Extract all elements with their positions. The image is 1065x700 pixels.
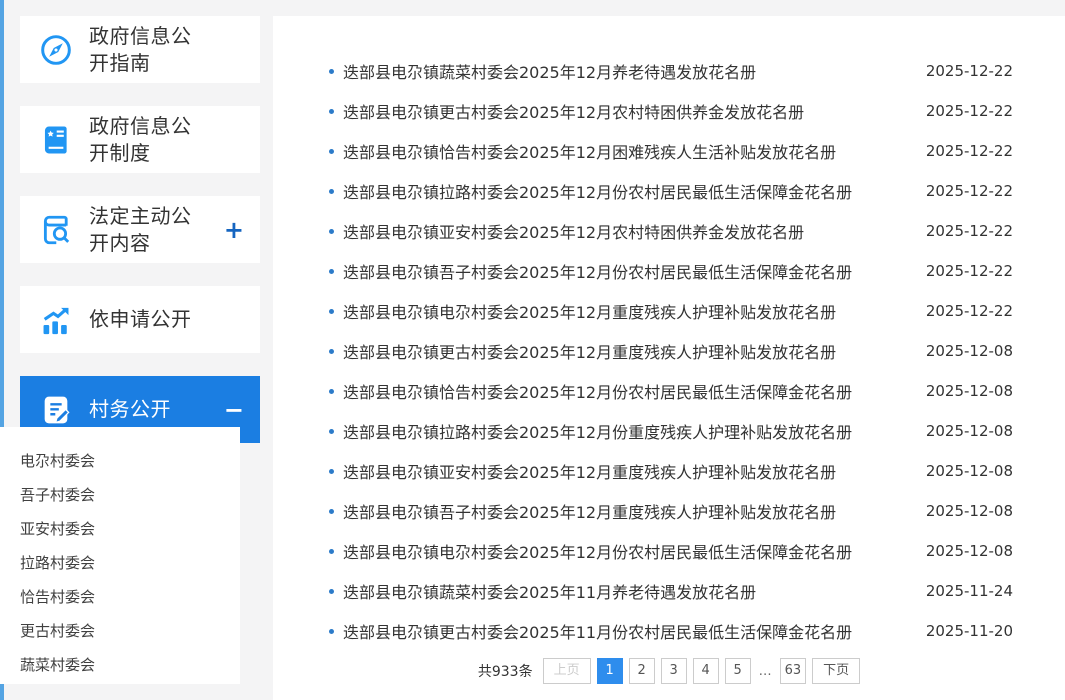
document-title-link[interactable]: 迭部县电尕镇拉路村委会2025年12月份重度残疾人护理补贴发放花名册	[343, 419, 852, 443]
sidebar-item-1[interactable]: 政府信息公开指南	[20, 16, 260, 83]
document-date: 2025-12-08	[906, 342, 1013, 360]
bullet-dot-icon	[329, 149, 334, 154]
bullet-dot-icon	[329, 389, 334, 394]
document-row[interactable]: 迭部县电尕镇拉路村委会2025年12月份重度残疾人护理补贴发放花名册 2025-1…	[273, 411, 1065, 451]
pagination-page-4[interactable]: 4	[693, 658, 719, 684]
pagination-page-5[interactable]: 5	[725, 658, 751, 684]
collapse-minus-icon[interactable]: −	[224, 396, 244, 424]
book-search-icon	[38, 212, 74, 248]
document-title-link[interactable]: 迭部县电尕镇电尕村委会2025年12月份农村居民最低生活保障金花名册	[343, 539, 852, 563]
submenu-village-4[interactable]: 拉路村委会	[0, 546, 240, 580]
bullet-dot-icon	[329, 509, 334, 514]
document-row[interactable]: 迭部县电尕镇更古村委会2025年11月份农村居民最低生活保障金花名册 2025-1…	[273, 611, 1065, 651]
document-row[interactable]: 迭部县电尕镇更古村委会2025年12月重度残疾人护理补贴发放花名册 2025-12…	[273, 331, 1065, 371]
document-date: 2025-11-20	[906, 622, 1013, 640]
bullet-dot-icon	[329, 109, 334, 114]
chart-up-icon	[38, 302, 74, 338]
document-row[interactable]: 迭部县电尕镇电尕村委会2025年12月份农村居民最低生活保障金花名册 2025-1…	[273, 531, 1065, 571]
sidebar-submenu-villages: 电尕村委会吾子村委会亚安村委会拉路村委会恰告村委会更古村委会蔬菜村委会	[0, 427, 240, 684]
document-title-link[interactable]: 迭部县电尕镇吾子村委会2025年12月重度残疾人护理补贴发放花名册	[343, 499, 836, 523]
document-row[interactable]: 迭部县电尕镇亚安村委会2025年12月农村特困供养金发放花名册 2025-12-2…	[273, 211, 1065, 251]
sidebar-item-label: 政府信息公开制度	[89, 113, 195, 166]
book-icon	[38, 122, 74, 158]
bullet-dot-icon	[329, 69, 334, 74]
document-date: 2025-12-22	[906, 142, 1013, 160]
submenu-village-1[interactable]: 电尕村委会	[0, 444, 240, 478]
pagination-total-count: 共933条	[478, 661, 533, 681]
bullet-dot-icon	[329, 589, 334, 594]
bullet-dot-icon	[329, 309, 334, 314]
sidebar-item-label: 村务公开	[89, 396, 171, 422]
document-row[interactable]: 迭部县电尕镇电尕村委会2025年12月重度残疾人护理补贴发放花名册 2025-12…	[273, 291, 1065, 331]
document-row[interactable]: 迭部县电尕镇蔬菜村委会2025年12月养老待遇发放花名册 2025-12-22	[273, 51, 1065, 91]
compass-icon	[38, 32, 74, 68]
document-date: 2025-12-22	[906, 302, 1013, 320]
document-title-link[interactable]: 迭部县电尕镇吾子村委会2025年12月份农村居民最低生活保障金花名册	[343, 259, 852, 283]
document-row[interactable]: 迭部县电尕镇吾子村委会2025年12月份农村居民最低生活保障金花名册 2025-1…	[273, 251, 1065, 291]
document-title-link[interactable]: 迭部县电尕镇蔬菜村委会2025年12月养老待遇发放花名册	[343, 59, 756, 83]
document-row[interactable]: 迭部县电尕镇吾子村委会2025年12月重度残疾人护理补贴发放花名册 2025-12…	[273, 491, 1065, 531]
document-row[interactable]: 迭部县电尕镇亚安村委会2025年12月重度残疾人护理补贴发放花名册 2025-12…	[273, 451, 1065, 491]
document-title-link[interactable]: 迭部县电尕镇亚安村委会2025年12月重度残疾人护理补贴发放花名册	[343, 459, 836, 483]
pagination-next-button[interactable]: 下页	[812, 658, 860, 684]
document-title-link[interactable]: 迭部县电尕镇蔬菜村委会2025年11月养老待遇发放花名册	[343, 579, 756, 603]
submenu-village-3[interactable]: 亚安村委会	[0, 512, 240, 546]
document-date: 2025-12-22	[906, 102, 1013, 120]
sidebar-item-4[interactable]: 依申请公开	[20, 286, 260, 353]
document-date: 2025-12-08	[906, 462, 1013, 480]
sidebar-item-3[interactable]: 法定主动公开内容 +	[20, 196, 260, 263]
document-title-link[interactable]: 迭部县电尕镇更古村委会2025年12月农村特困供养金发放花名册	[343, 99, 804, 123]
document-row[interactable]: 迭部县电尕镇蔬菜村委会2025年11月养老待遇发放花名册 2025-11-24	[273, 571, 1065, 611]
submenu-village-7[interactable]: 蔬菜村委会	[0, 648, 240, 682]
document-title-link[interactable]: 迭部县电尕镇电尕村委会2025年12月重度残疾人护理补贴发放花名册	[343, 299, 836, 323]
sidebar-item-label: 依申请公开	[89, 306, 195, 332]
document-date: 2025-11-24	[906, 582, 1013, 600]
document-date: 2025-12-22	[906, 62, 1013, 80]
document-title-link[interactable]: 迭部县电尕镇恰告村委会2025年12月份农村居民最低生活保障金花名册	[343, 379, 852, 403]
bullet-dot-icon	[329, 629, 334, 634]
main-content: 迭部县电尕镇蔬菜村委会2025年12月养老待遇发放花名册2025-12-22迭部…	[273, 16, 1065, 700]
document-row[interactable]: 迭部县电尕镇拉路村委会2025年12月份农村居民最低生活保障金花名册 2025-1…	[273, 171, 1065, 211]
document-date: 2025-12-08	[906, 422, 1013, 440]
submenu-village-6[interactable]: 更古村委会	[0, 614, 240, 648]
pagination-page-3[interactable]: 3	[661, 658, 687, 684]
sidebar-item-label: 政府信息公开指南	[89, 23, 195, 76]
document-pen-icon	[38, 392, 74, 428]
document-title-link[interactable]: 迭部县电尕镇更古村委会2025年11月份农村居民最低生活保障金花名册	[343, 619, 852, 643]
bullet-dot-icon	[329, 469, 334, 474]
document-title-link[interactable]: 迭部县电尕镇拉路村委会2025年12月份农村居民最低生活保障金花名册	[343, 179, 852, 203]
pagination-page-63[interactable]: 63	[780, 658, 807, 684]
document-title-link[interactable]: 迭部县电尕镇更古村委会2025年12月重度残疾人护理补贴发放花名册	[343, 339, 836, 363]
submenu-village-2[interactable]: 吾子村委会	[0, 478, 240, 512]
document-date: 2025-12-08	[906, 502, 1013, 520]
submenu-village-5[interactable]: 恰告村委会	[0, 580, 240, 614]
expand-plus-icon[interactable]: +	[224, 216, 244, 244]
pagination-prev-button: 上页	[543, 658, 591, 684]
document-date: 2025-12-22	[906, 182, 1013, 200]
document-list: 迭部县电尕镇蔬菜村委会2025年12月养老待遇发放花名册2025-12-22迭部…	[273, 51, 1065, 651]
document-title-link[interactable]: 迭部县电尕镇恰告村委会2025年12月困难残疾人生活补贴发放花名册	[343, 139, 836, 163]
document-row[interactable]: 迭部县电尕镇更古村委会2025年12月农村特困供养金发放花名册 2025-12-2…	[273, 91, 1065, 131]
pagination: 共933条 上页12345 … 63下页	[273, 658, 1065, 684]
document-date: 2025-12-08	[906, 382, 1013, 400]
page: 政府信息公开指南政府信息公开制度法定主动公开内容 + 依申请公开村务公开 − 电尕村委…	[0, 0, 1065, 700]
document-date: 2025-12-22	[906, 262, 1013, 280]
document-title-link[interactable]: 迭部县电尕镇亚安村委会2025年12月农村特困供养金发放花名册	[343, 219, 804, 243]
bullet-dot-icon	[329, 349, 334, 354]
document-date: 2025-12-08	[906, 542, 1013, 560]
sidebar-item-label: 法定主动公开内容	[89, 203, 195, 256]
sidebar-item-2[interactable]: 政府信息公开制度	[20, 106, 260, 173]
document-row[interactable]: 迭部县电尕镇恰告村委会2025年12月份农村居民最低生活保障金花名册 2025-1…	[273, 371, 1065, 411]
pagination-page-2[interactable]: 2	[629, 658, 655, 684]
pagination-page-1[interactable]: 1	[597, 658, 623, 684]
pagination-ellipsis: …	[757, 664, 774, 679]
bullet-dot-icon	[329, 549, 334, 554]
bullet-dot-icon	[329, 229, 334, 234]
bullet-dot-icon	[329, 269, 334, 274]
document-row[interactable]: 迭部县电尕镇恰告村委会2025年12月困难残疾人生活补贴发放花名册 2025-12…	[273, 131, 1065, 171]
document-date: 2025-12-22	[906, 222, 1013, 240]
bullet-dot-icon	[329, 429, 334, 434]
bullet-dot-icon	[329, 189, 334, 194]
